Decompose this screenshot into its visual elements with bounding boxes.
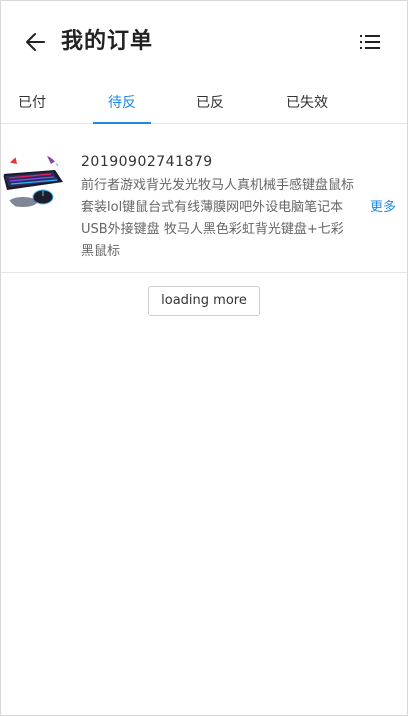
- loading-more-container: loading more: [1, 286, 407, 316]
- product-title: 前行者游戏背光发光牧马人真机械手感键盘鼠标套装lol键鼠台式有线薄膜网吧外设电脑…: [81, 178, 355, 259]
- page-title: 我的订单: [61, 29, 154, 54]
- tab-expired[interactable]: 已失效: [277, 83, 337, 123]
- order-tabs: 已付 待反 已反 已失效: [1, 83, 407, 124]
- tab-rebated[interactable]: 已反: [187, 83, 233, 123]
- menu-button[interactable]: [359, 31, 381, 53]
- orders-page: 我的订单 已付 待反 已反 已失效 20190902741879 前行者游戏背光…: [0, 0, 408, 716]
- header: 我的订单: [1, 1, 407, 83]
- arrow-left-icon: [26, 33, 45, 51]
- more-link[interactable]: 更多: [370, 196, 396, 215]
- keyboard-mouse-image: [3, 152, 63, 212]
- list-icon: [360, 35, 380, 49]
- loading-more-button[interactable]: loading more: [148, 286, 260, 316]
- product-thumbnail[interactable]: [3, 152, 63, 212]
- tab-paid[interactable]: 已付: [9, 83, 55, 123]
- tab-pending-rebate[interactable]: 待反: [93, 83, 151, 123]
- back-button[interactable]: [23, 29, 49, 55]
- order-list-item[interactable]: 20190902741879 前行者游戏背光发光牧马人真机械手感键盘鼠标套装lo…: [1, 124, 407, 273]
- order-number: 20190902741879: [81, 154, 213, 170]
